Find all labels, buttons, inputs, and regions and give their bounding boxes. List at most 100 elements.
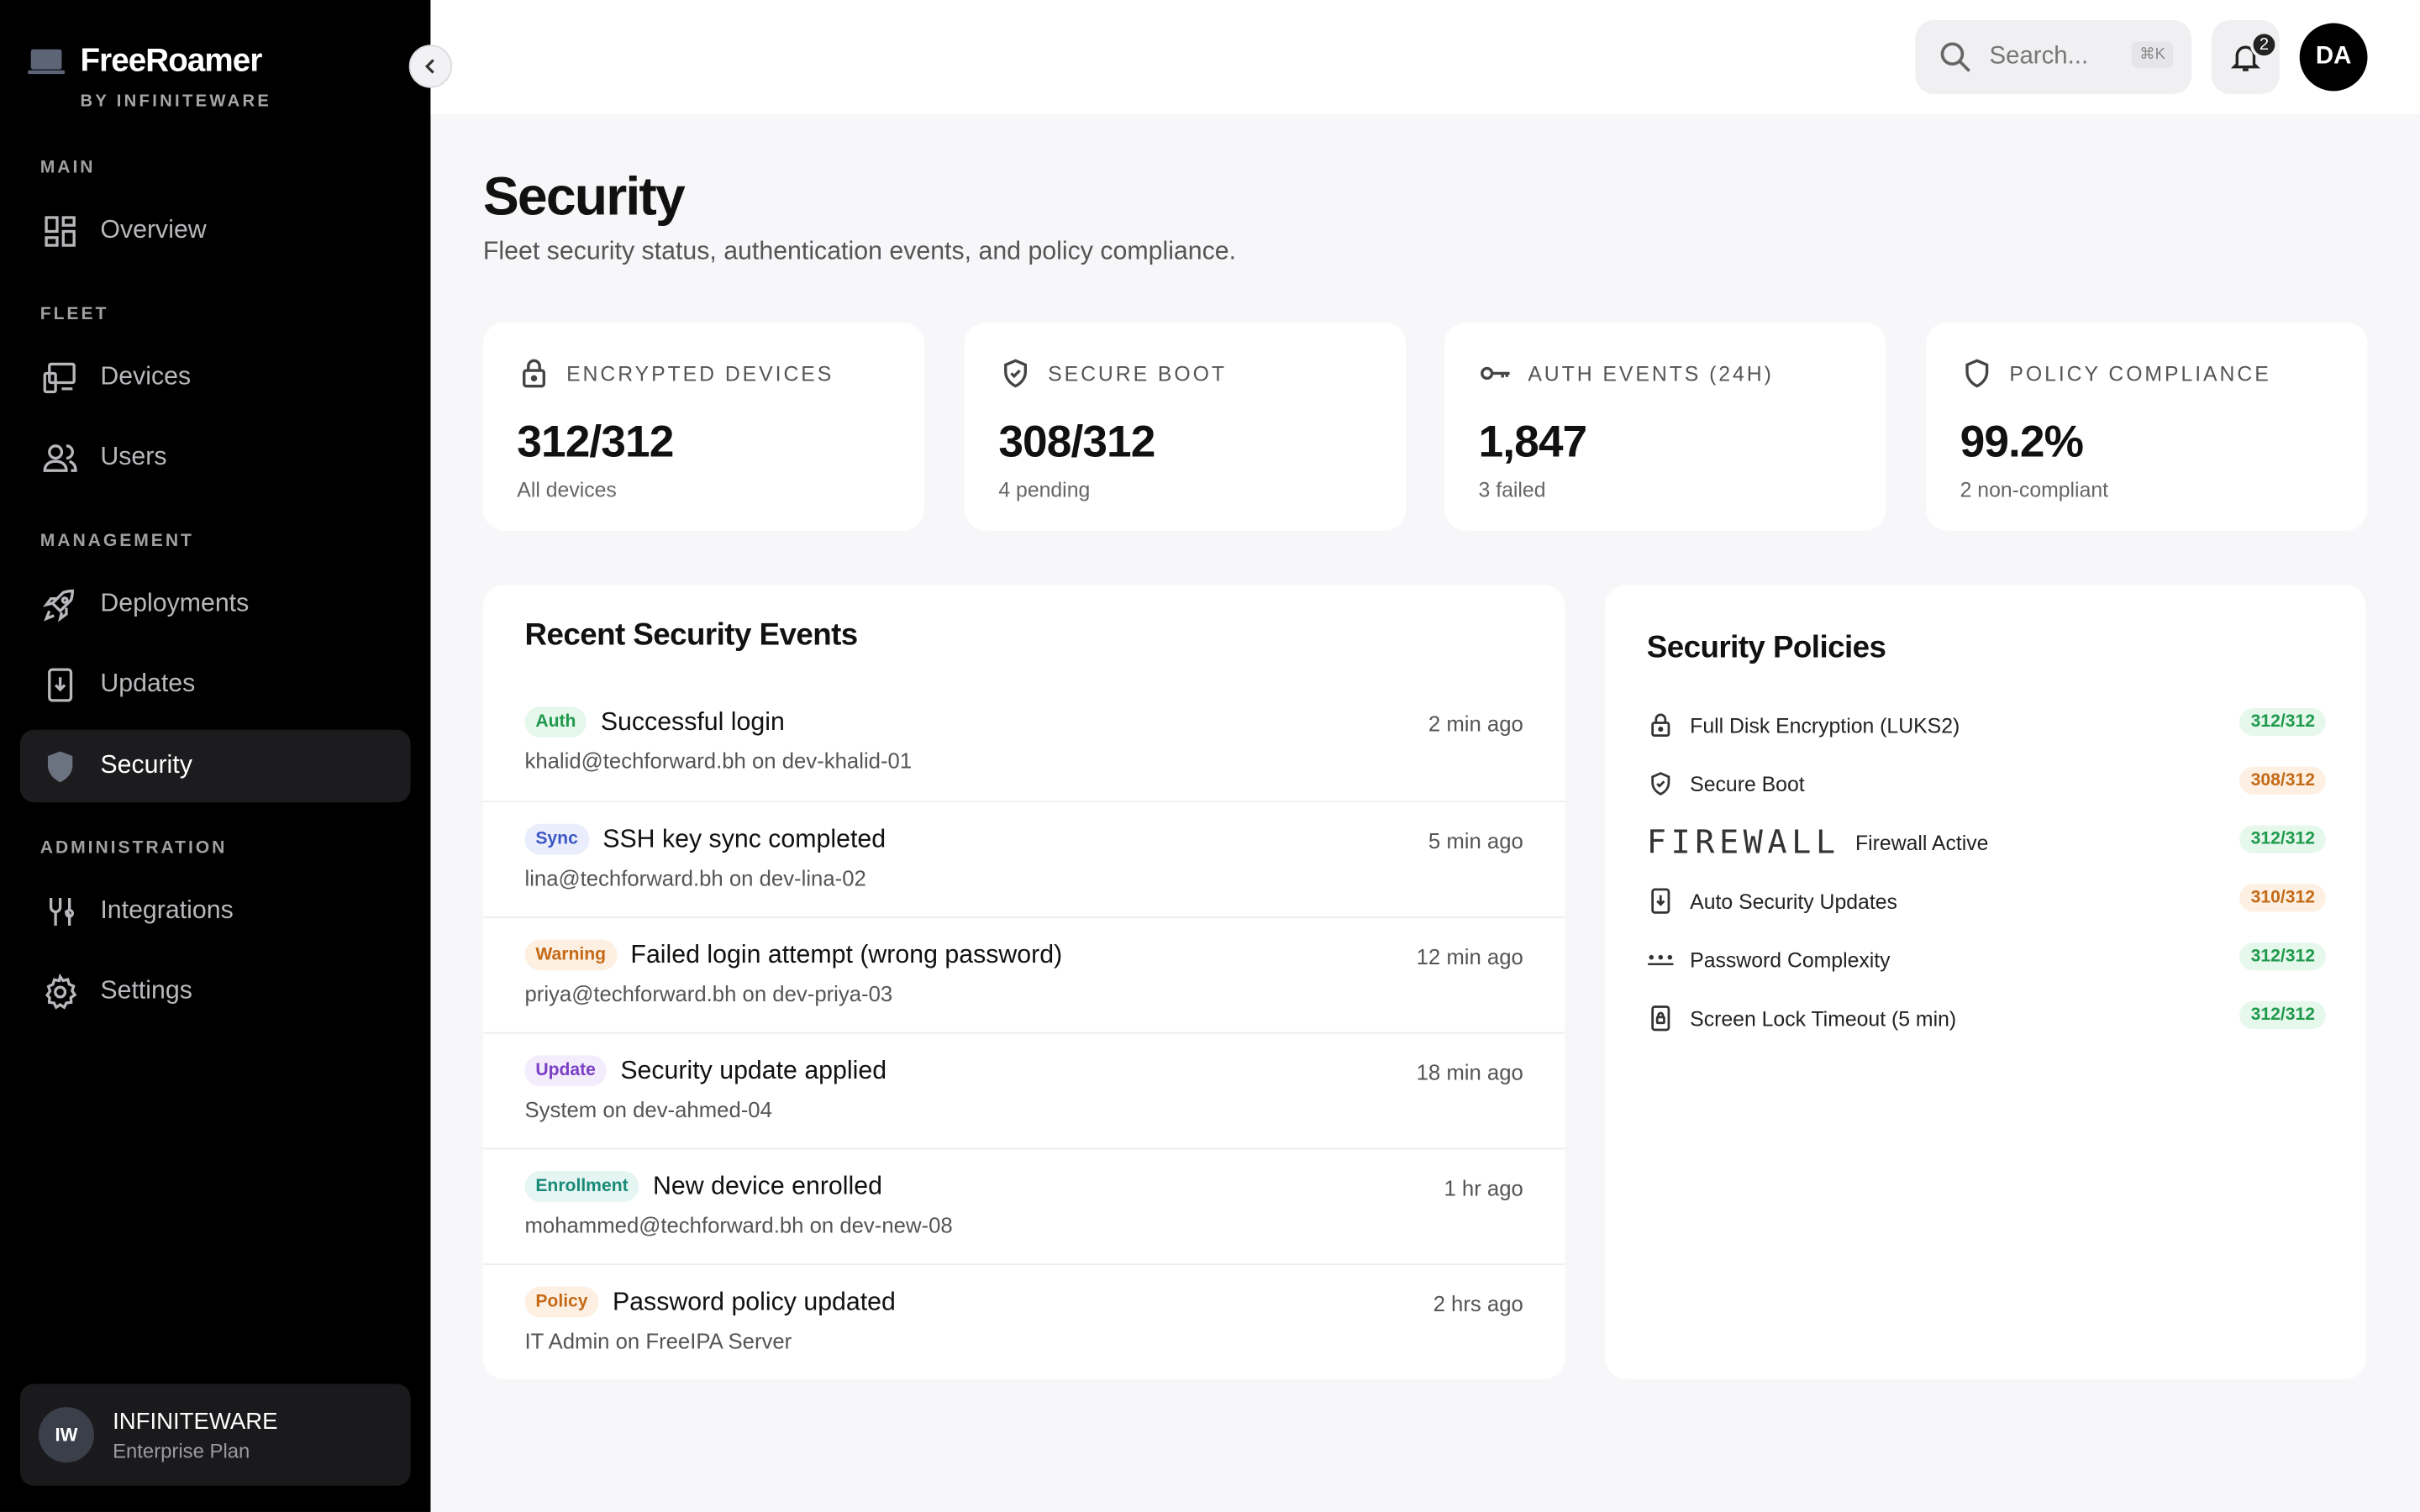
stat-label: SECURE BOOT	[1048, 361, 1227, 386]
key-icon	[1481, 366, 1510, 381]
policy-count-badge: 312/312	[2239, 1001, 2326, 1030]
security-policies-card: Security Policies Full Disk Encryption (…	[1605, 585, 2366, 1380]
stat-sub: All devices	[517, 478, 617, 501]
stat-sub: 3 failed	[1478, 478, 1546, 501]
section-label-management: MANAGEMENT	[39, 532, 194, 551]
sidebar-item-security[interactable]: Security	[19, 729, 411, 803]
topbar: Search... ⌘K 2 DA	[430, 0, 2420, 114]
sidebar-item-label: Deployments	[100, 589, 250, 617]
download-device-icon	[48, 667, 73, 701]
search-input[interactable]: Search... ⌘K	[1915, 19, 2192, 95]
sidebar-item-updates[interactable]: Updates	[20, 648, 411, 720]
policy-row-screen-lock[interactable]: Screen Lock Timeout (5 min) 312/312	[1647, 1000, 2326, 1037]
search-shortcut: ⌘K	[2132, 41, 2174, 68]
event-title: Successful login	[600, 707, 785, 736]
page-subtitle: Fleet security status, authentication ev…	[482, 237, 1237, 265]
event-detail: IT Admin on FreeIPA Server	[524, 1328, 792, 1353]
stat-label: AUTH EVENTS (24H)	[1528, 361, 1774, 386]
card-title: Recent Security Events	[524, 618, 858, 653]
policy-row-auto-updates[interactable]: Auto Security Updates 310/312	[1647, 883, 2326, 920]
org-switcher[interactable]: IW INFINITEWARE Enterprise Plan	[19, 1383, 411, 1486]
event-title: Password policy updated	[612, 1287, 896, 1315]
recent-security-events-card: Recent Security Events Auth Successful lo…	[482, 585, 1565, 1380]
event-row[interactable]: Enrollment New device enrolled mohammed@te…	[482, 1147, 1565, 1264]
policy-label: Firewall Active	[1855, 831, 1989, 854]
event-time: 2 hrs ago	[1433, 1291, 1523, 1316]
sidebar-item-label: Users	[100, 443, 167, 471]
stat-sub: 4 pending	[998, 478, 1091, 501]
notification-count-badge: 2	[2249, 30, 2278, 59]
event-time: 2 min ago	[1428, 711, 1523, 737]
sidebar-item-deployments[interactable]: Deployments	[20, 568, 411, 640]
event-row[interactable]: Policy Password policy updated IT Admin on…	[482, 1263, 1565, 1379]
stat-card-auth-events: AUTH EVENTS (24H) 1,847 3 failed	[1444, 322, 1886, 531]
devices-icon	[43, 361, 76, 393]
event-row[interactable]: Update Security update applied System on d…	[482, 1032, 1565, 1148]
sidebar-item-integrations[interactable]: Integrations	[20, 874, 411, 947]
collapse-sidebar-button[interactable]	[408, 45, 453, 88]
laptop-icon	[28, 49, 66, 75]
event-time: 5 min ago	[1428, 828, 1523, 853]
stat-label: ENCRYPTED DEVICES	[566, 361, 834, 386]
event-detail: System on dev-ahmed-04	[524, 1096, 772, 1122]
brand[interactable]: FreeRoamer	[28, 43, 263, 80]
event-type-badge: Update	[524, 1055, 607, 1087]
firewall-logo: FIREWALL	[1646, 823, 1840, 861]
sidebar-item-label: Integrations	[100, 896, 234, 925]
policy-count-badge: 312/312	[2239, 825, 2326, 853]
section-label-main: MAIN	[39, 159, 96, 178]
event-detail: mohammed@techforward.bh on dev-new-08	[524, 1212, 953, 1238]
policy-count-badge: 310/312	[2239, 884, 2326, 912]
shield-icon	[1965, 359, 1989, 388]
policy-row-password-complexity[interactable]: Password Complexity 312/312	[1647, 941, 2326, 978]
policy-row-firewall[interactable]: FIREWALL Firewall Active 312/312	[1647, 824, 2326, 861]
sidebar-item-settings[interactable]: Settings	[20, 955, 411, 1027]
org-name: INFINITEWARE	[113, 1407, 278, 1435]
page-title: Security	[482, 166, 686, 227]
lock-icon	[1651, 713, 1670, 738]
policy-label: Auto Security Updates	[1690, 889, 1897, 913]
download-device-icon	[1651, 888, 1670, 914]
sidebar-item-label: Settings	[100, 976, 192, 1005]
event-detail: lina@techforward.bh on dev-lina-02	[524, 865, 866, 890]
search-icon	[1940, 42, 1970, 72]
event-row[interactable]: Sync SSH key sync completed lina@techforwa…	[482, 801, 1565, 916]
event-row[interactable]: Warning Failed login attempt (wrong passw…	[482, 916, 1565, 1032]
event-time: 1 hr ago	[1444, 1175, 1523, 1200]
stat-sub: 2 non-compliant	[1960, 478, 2109, 501]
brand-name: FreeRoamer	[80, 43, 263, 79]
event-type-badge: Warning	[524, 939, 617, 971]
users-icon	[43, 444, 77, 471]
brand-subtitle: BY INFINITEWARE	[80, 92, 272, 112]
policy-label: Screen Lock Timeout (5 min)	[1690, 1006, 1957, 1030]
user-avatar[interactable]: DA	[2299, 23, 2368, 92]
shield-check-icon	[1004, 359, 1028, 388]
event-detail: priya@techforward.bh on dev-priya-03	[524, 981, 893, 1006]
stat-value: 312/312	[517, 417, 674, 468]
event-title: Failed login attempt (wrong password)	[630, 940, 1063, 969]
policy-row-disk-encryption[interactable]: Full Disk Encryption (LUKS2) 312/312	[1647, 706, 2326, 743]
chevron-left-icon	[424, 59, 434, 74]
event-title: SSH key sync completed	[602, 824, 886, 853]
sidebar-item-devices[interactable]: Devices	[20, 341, 411, 413]
policy-row-secure-boot[interactable]: Secure Boot 308/312	[1647, 765, 2326, 802]
section-label-administration: ADMINISTRATION	[39, 839, 228, 858]
event-title: New device enrolled	[653, 1171, 882, 1200]
stat-label: POLICY COMPLIANCE	[2009, 361, 2271, 386]
integrations-icon	[49, 897, 74, 926]
policy-label: Password Complexity	[1690, 948, 1891, 972]
event-title: Security update applied	[620, 1056, 887, 1084]
section-label-fleet: FLEET	[39, 305, 109, 324]
sidebar-item-overview[interactable]: Overview	[20, 194, 411, 266]
phone-lock-icon	[1651, 1005, 1670, 1032]
sidebar-item-users[interactable]: Users	[20, 421, 411, 493]
event-time: 12 min ago	[1416, 944, 1523, 969]
sidebar-item-label: Updates	[100, 669, 196, 698]
sidebar-item-label: Security	[100, 751, 192, 780]
policy-count-badge: 312/312	[2239, 942, 2326, 971]
event-row[interactable]: Auth Successful login khalid@techforward.b…	[483, 685, 1565, 801]
notifications-button[interactable]: 2	[2211, 19, 2280, 95]
event-time: 18 min ago	[1416, 1059, 1523, 1085]
stat-card-secure-boot: SECURE BOOT 308/312 4 pending	[964, 322, 1407, 531]
stat-card-encrypted-devices: ENCRYPTED DEVICES 312/312 All devices	[482, 322, 925, 531]
